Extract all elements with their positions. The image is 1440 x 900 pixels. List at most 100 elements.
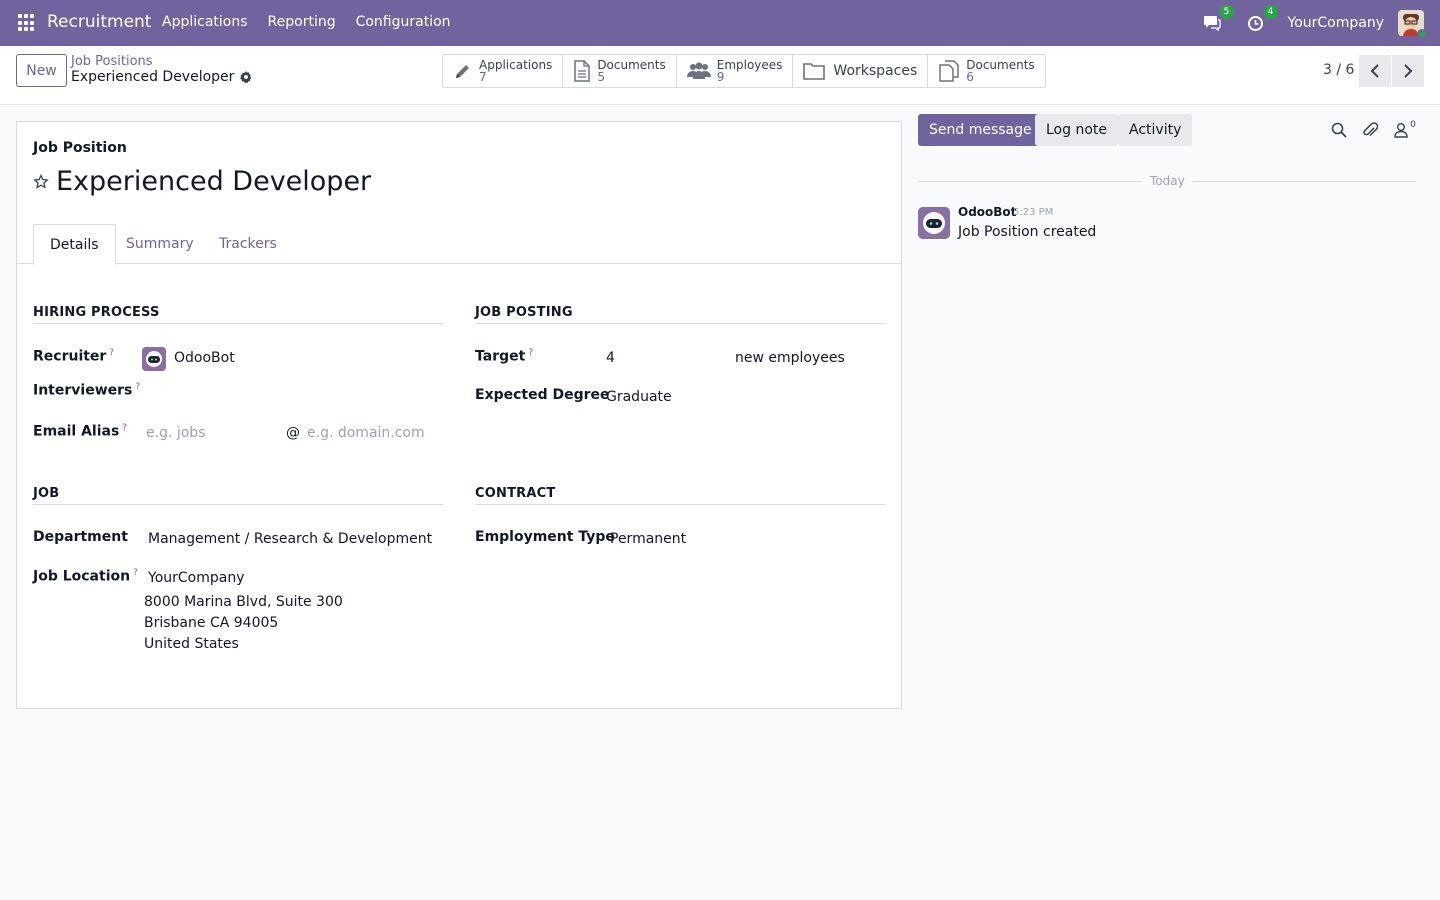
form-sheet: Job Position Experienced Developer Detai… bbox=[16, 121, 902, 709]
smart-value: 7 bbox=[479, 70, 487, 84]
job-location-field[interactable]: YourCompany bbox=[148, 570, 245, 586]
form-tabs: Details Summary Trackers bbox=[17, 224, 901, 265]
gear-icon[interactable] bbox=[240, 71, 252, 83]
email-alias-label: Email Alias? bbox=[33, 423, 127, 440]
top-navbar: Recruitment Applications Reporting Confi… bbox=[0, 0, 1440, 46]
email-at-sign: @ bbox=[286, 425, 300, 441]
new-button[interactable]: New bbox=[16, 54, 67, 87]
app-grid-icon[interactable] bbox=[18, 14, 36, 32]
chevron-right-icon bbox=[1404, 64, 1413, 78]
followers-count: 0 bbox=[1410, 120, 1416, 130]
section-job-posting: JOB POSTING bbox=[475, 305, 886, 324]
address-line-2: Brisbane CA 94005 bbox=[144, 615, 279, 631]
help-tooltip-icon[interactable]: ? bbox=[109, 348, 114, 358]
menu-item-configuration[interactable]: Configuration bbox=[346, 14, 461, 30]
email-domain-input[interactable]: e.g. domain.com bbox=[307, 425, 425, 441]
control-panel: New Job Positions Experienced Developer … bbox=[0, 46, 1440, 105]
user-avatar[interactable] bbox=[1398, 10, 1427, 39]
message-author[interactable]: OdooBot bbox=[958, 205, 1016, 219]
message-body: Job Position created bbox=[958, 224, 1097, 240]
smart-value: 9 bbox=[716, 70, 725, 84]
smart-value: 6 bbox=[966, 70, 974, 84]
target-input[interactable]: 4 bbox=[606, 350, 615, 366]
smart-label: Documents bbox=[966, 58, 1035, 72]
folder-icon bbox=[803, 63, 826, 80]
expected-degree-label: Expected Degree bbox=[475, 387, 610, 403]
target-unit: new employees bbox=[735, 350, 845, 366]
department-field[interactable]: Management / Research & Development bbox=[148, 531, 432, 547]
pencil-icon bbox=[456, 65, 469, 78]
breadcrumb-current: Experienced Developer bbox=[71, 69, 252, 85]
interviewers-label: Interviewers? bbox=[33, 382, 140, 399]
documents-icon bbox=[939, 60, 959, 82]
pager-value[interactable]: 3 / 6 bbox=[1323, 62, 1354, 78]
email-alias-input[interactable]: e.g. jobs bbox=[146, 425, 206, 441]
recruiter-avatar bbox=[142, 347, 166, 371]
message-time: 5:23 PM bbox=[1013, 207, 1054, 218]
help-tooltip-icon[interactable]: ? bbox=[133, 568, 138, 578]
search-icon[interactable] bbox=[1329, 120, 1349, 140]
activity-button[interactable]: Activity bbox=[1118, 114, 1193, 146]
messages-count-badge: 5 bbox=[1219, 5, 1234, 19]
tab-trackers[interactable]: Trackers bbox=[203, 224, 293, 264]
employment-type-label: Employment Type bbox=[475, 529, 615, 545]
users-icon bbox=[686, 62, 711, 79]
employment-type-field[interactable]: Permanent bbox=[610, 531, 686, 547]
smart-button-workspaces[interactable]: Workspaces bbox=[793, 55, 929, 87]
chevron-left-icon bbox=[1370, 64, 1379, 78]
activities-clock-icon[interactable]: 4 bbox=[1244, 5, 1278, 35]
pager-next-button[interactable] bbox=[1392, 55, 1424, 87]
activities-count-badge: 4 bbox=[1263, 5, 1278, 19]
title-row: Experienced Developer bbox=[33, 166, 371, 197]
app-name[interactable]: Recruitment bbox=[47, 12, 151, 32]
recruiter-field[interactable]: OdooBot bbox=[174, 350, 235, 366]
recruiter-label: Recruiter? bbox=[33, 348, 114, 365]
log-note-button[interactable]: Log note bbox=[1035, 114, 1118, 146]
message-author-avatar[interactable] bbox=[918, 207, 950, 239]
section-hiring-process: HIRING PROCESS bbox=[33, 305, 443, 324]
pager-previous-button[interactable] bbox=[1359, 55, 1391, 87]
smart-button-documents[interactable]: Documents 5 bbox=[563, 55, 677, 87]
smart-label: Applications bbox=[479, 58, 553, 72]
record-type-label: Job Position bbox=[33, 140, 127, 156]
section-contract: CONTRACT bbox=[475, 486, 886, 505]
menu-item-reporting[interactable]: Reporting bbox=[258, 14, 346, 30]
job-location-label: Job Location? bbox=[33, 568, 138, 585]
tab-details[interactable]: Details bbox=[33, 224, 116, 265]
messages-icon[interactable]: 5 bbox=[1200, 5, 1234, 35]
online-status-dot bbox=[1417, 29, 1427, 39]
smart-label: Documents bbox=[597, 58, 666, 72]
department-label: Department bbox=[33, 529, 128, 545]
smart-label: Employees bbox=[716, 58, 783, 72]
date-separator: Today bbox=[1142, 174, 1193, 188]
job-location-label-text: Job Location bbox=[33, 568, 131, 585]
paperclip-icon[interactable] bbox=[1360, 120, 1380, 140]
smart-button-employees[interactable]: Employees 9 bbox=[677, 55, 794, 87]
company-switcher[interactable]: YourCompany bbox=[1288, 15, 1385, 31]
target-label: Target? bbox=[475, 348, 533, 365]
job-title[interactable]: Experienced Developer bbox=[56, 166, 371, 197]
star-icon[interactable] bbox=[33, 173, 49, 190]
interviewers-label-text: Interviewers bbox=[33, 382, 133, 399]
smart-button-applications[interactable]: Applications 7 bbox=[443, 55, 564, 87]
breadcrumb-job-positions[interactable]: Job Positions bbox=[71, 54, 153, 69]
document-icon bbox=[574, 60, 591, 82]
tab-summary[interactable]: Summary bbox=[110, 224, 210, 264]
send-message-button[interactable]: Send message bbox=[918, 114, 1043, 146]
smart-button-documents-2[interactable]: Documents 6 bbox=[928, 55, 1044, 87]
menu-item-applications[interactable]: Applications bbox=[152, 14, 258, 30]
expected-degree-select[interactable]: Graduate bbox=[606, 389, 672, 405]
smart-value: 5 bbox=[597, 70, 605, 84]
followers-icon[interactable]: 0 bbox=[1391, 120, 1419, 140]
help-tooltip-icon[interactable]: ? bbox=[528, 348, 533, 358]
interviewers-field[interactable] bbox=[142, 380, 442, 404]
smart-buttons: Applications 7 Documents 5 Employees 9 Work… bbox=[442, 54, 1046, 88]
breadcrumb-current-label: Experienced Developer bbox=[71, 69, 235, 85]
smart-label: Workspaces bbox=[833, 63, 918, 79]
help-tooltip-icon[interactable]: ? bbox=[122, 423, 127, 433]
recruiter-label-text: Recruiter bbox=[33, 348, 107, 365]
help-tooltip-icon[interactable]: ? bbox=[135, 382, 140, 392]
section-job: JOB bbox=[33, 486, 443, 505]
target-label-text: Target bbox=[475, 348, 526, 365]
address-line-1: 8000 Marina Blvd, Suite 300 bbox=[144, 594, 343, 610]
